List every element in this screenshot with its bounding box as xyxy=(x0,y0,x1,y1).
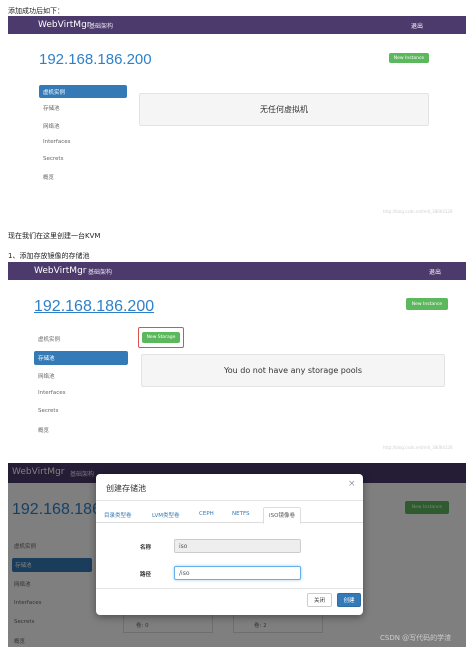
nav-infrastructure[interactable]: 基础架构 xyxy=(88,267,112,276)
screenshot-1: WebVirtMgr 基础架构 退出 192.168.186.200 New I… xyxy=(8,16,466,216)
tab-lvm[interactable]: LVM类型卷 xyxy=(152,511,179,519)
sidebar-item-instances[interactable]: 虚机实例 xyxy=(38,335,60,343)
host-title: 192.168.186.200 xyxy=(39,51,152,68)
divider xyxy=(96,500,363,501)
logout-link[interactable]: 退出 xyxy=(411,21,423,30)
sidebar-item-storage[interactable]: 存储池 xyxy=(34,351,128,365)
path-input[interactable]: /iso xyxy=(174,566,301,580)
logout-link[interactable]: 退出 xyxy=(429,267,441,276)
tabs-baseline xyxy=(96,522,363,523)
sidebar-item-overview[interactable]: 概览 xyxy=(38,426,49,434)
empty-instances-message: 无任何虚拟机 xyxy=(139,93,429,126)
path-label: 路径 xyxy=(140,572,152,578)
modal-title: 创建存储池 xyxy=(106,484,146,493)
sidebar-item-interfaces[interactable]: Interfaces xyxy=(43,139,71,145)
tab-ceph[interactable]: CEPH xyxy=(199,511,214,517)
new-instance-button[interactable]: New Instance xyxy=(406,298,448,310)
host-title[interactable]: 192.168.186.200 xyxy=(34,298,154,316)
navbar: WebVirtMgr 基础架构 退出 xyxy=(8,16,466,34)
sidebar-item-overview[interactable]: 概览 xyxy=(43,173,54,181)
caption-intro: 添加成功后如下： xyxy=(8,7,64,15)
watermark: http://blog.csdn.net/m0_38064128 xyxy=(383,445,453,450)
sidebar-item-network[interactable]: 网络池 xyxy=(38,372,55,380)
sidebar-item-secrets[interactable]: Secrets xyxy=(38,408,58,414)
sidebar-item-instances[interactable]: 虚机实例 xyxy=(39,85,127,98)
name-input[interactable]: iso xyxy=(174,539,301,553)
nav-infrastructure[interactable]: 基础架构 xyxy=(89,21,113,30)
sidebar-item-interfaces[interactable]: Interfaces xyxy=(38,390,66,396)
sidebar-item-storage[interactable]: 存储池 xyxy=(43,104,60,112)
caption-create-kvm: 现在我们在这里创建一台KVM xyxy=(8,232,101,240)
close-button[interactable]: 关闭 xyxy=(307,593,332,607)
create-button[interactable]: 创建 xyxy=(337,593,361,607)
new-storage-button[interactable]: New Storage xyxy=(142,332,180,343)
watermark: http://blog.csdn.net/m0_38064128 xyxy=(383,209,453,214)
sidebar-item-secrets[interactable]: Secrets xyxy=(43,156,63,162)
tab-iso[interactable]: ISO镜像卷 xyxy=(263,507,301,524)
brand[interactable]: WebVirtMgr xyxy=(38,20,91,30)
empty-pools-message: You do not have any storage pools xyxy=(141,354,445,387)
sidebar-item-network[interactable]: 网络池 xyxy=(43,122,60,130)
screenshot-2: WebVirtMgr 基础架构 退出 192.168.186.200 New I… xyxy=(8,262,466,452)
tab-dir[interactable]: 目录类型卷 xyxy=(104,511,132,519)
divider xyxy=(96,588,363,589)
name-label: 名称 xyxy=(140,545,152,551)
close-icon[interactable]: × xyxy=(348,479,356,489)
watermark: CSDN @写代码的学渣 xyxy=(380,634,452,642)
screenshot-3: WebVirtMgr 基础架构 192.168.186.200 New Inst… xyxy=(8,463,466,647)
caption-step1: 1、添加存放镜像的存储池 xyxy=(8,252,90,260)
tab-netfs[interactable]: NETFS xyxy=(232,511,250,517)
brand[interactable]: WebVirtMgr xyxy=(34,266,87,276)
navbar: WebVirtMgr 基础架构 退出 xyxy=(8,262,466,280)
create-pool-modal: 创建存储池 × 目录类型卷 LVM类型卷 CEPH NETFS ISO镜像卷 名… xyxy=(96,474,363,615)
new-instance-button[interactable]: New Instance xyxy=(389,53,429,63)
